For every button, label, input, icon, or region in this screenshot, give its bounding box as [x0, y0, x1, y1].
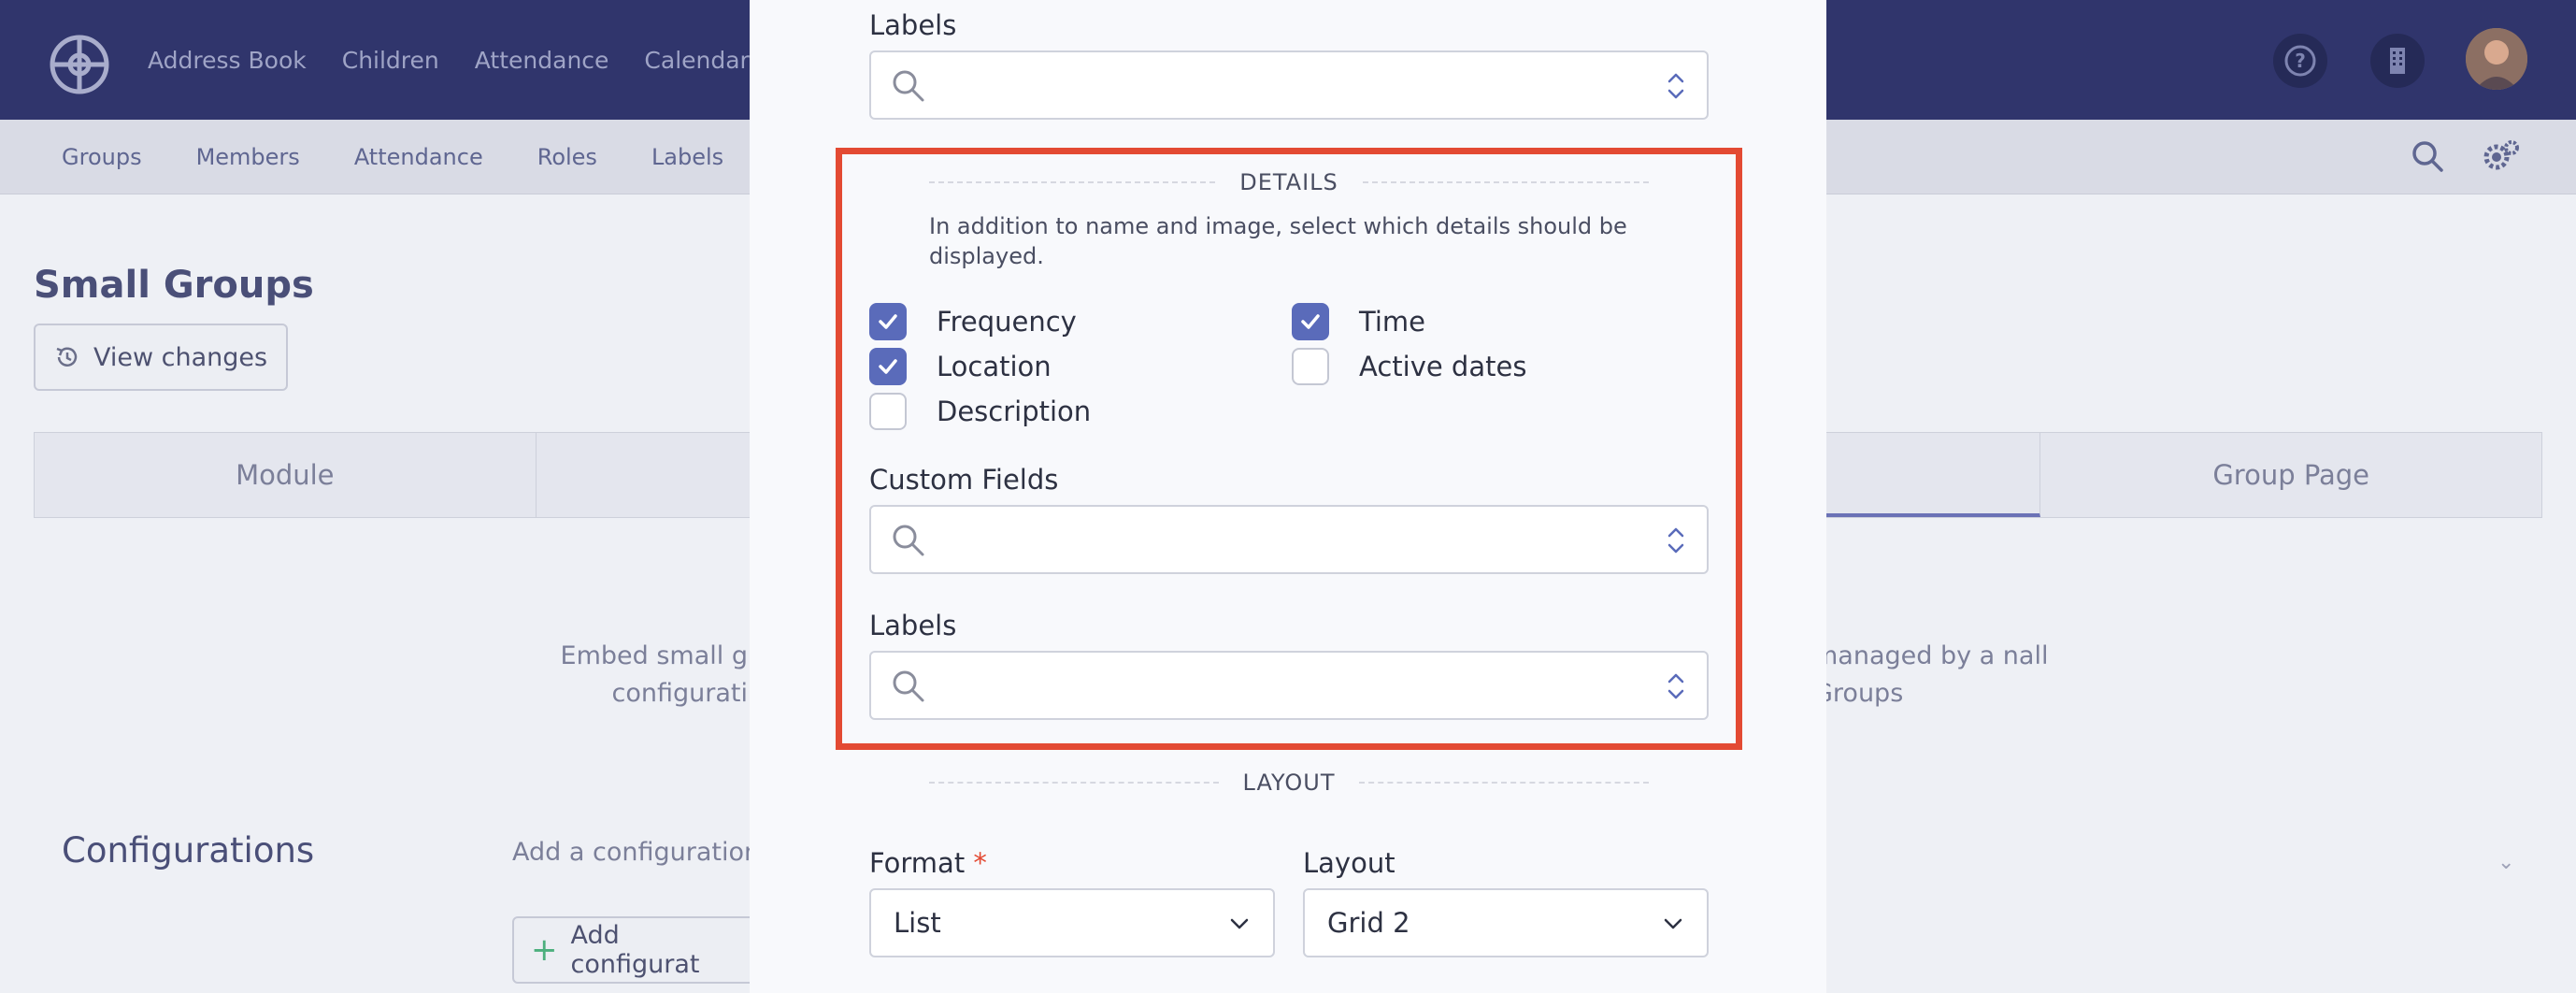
- checkmark-icon: [1301, 314, 1320, 329]
- frequency-label: Frequency: [937, 306, 1077, 338]
- location-checkbox-row[interactable]: Location: [869, 348, 1052, 385]
- layout-dropdown[interactable]: Grid 2: [1303, 888, 1709, 957]
- history-icon: [56, 347, 78, 367]
- search-icon: [893, 525, 924, 556]
- subnav-groups[interactable]: Groups: [62, 144, 142, 170]
- chevron-down-icon: [1230, 918, 1249, 929]
- details-heading-text: DETAILS: [1239, 169, 1338, 195]
- format-label: Format *: [869, 847, 987, 879]
- sub-nav: Groups Members Attendance Roles Labels: [62, 120, 723, 194]
- add-configuration-label: Add configurat: [570, 921, 700, 979]
- custom-fields-label: Custom Fields: [869, 464, 1059, 496]
- sort-updown-icon: [1667, 73, 1684, 99]
- search-icon[interactable]: [2410, 138, 2445, 174]
- organization-button[interactable]: [2370, 34, 2425, 88]
- tab-group-page[interactable]: Group Page: [2040, 433, 2541, 517]
- layout-label: Layout: [1303, 847, 1395, 879]
- layout-heading-text: LAYOUT: [1242, 770, 1336, 796]
- sort-updown-icon: [1667, 673, 1684, 699]
- labels-label: Labels: [869, 610, 957, 641]
- topnav-address-book[interactable]: Address Book: [148, 47, 307, 74]
- view-changes-button[interactable]: View changes: [34, 324, 288, 391]
- checkmark-icon: [879, 359, 897, 374]
- time-checkbox-row[interactable]: Time: [1292, 303, 1425, 340]
- description-label: Description: [937, 396, 1092, 427]
- active-dates-checkbox[interactable]: [1292, 348, 1329, 385]
- subnav-roles[interactable]: Roles: [537, 144, 597, 170]
- details-section-heading: DETAILS: [929, 168, 1650, 196]
- configuration-modal: Labels DETAILS In addition to name and i…: [750, 0, 1826, 993]
- required-asterisk: *: [973, 847, 987, 879]
- search-icon: [893, 670, 924, 702]
- frequency-checkbox[interactable]: [869, 303, 907, 340]
- tab-module[interactable]: Module: [35, 433, 537, 517]
- svg-text:?: ?: [2295, 50, 2306, 72]
- app-logo-icon[interactable]: [49, 34, 110, 95]
- format-label-text: Format: [869, 847, 966, 879]
- subnav-members[interactable]: Members: [196, 144, 300, 170]
- subnav-labels[interactable]: Labels: [651, 144, 723, 170]
- format-dropdown[interactable]: List: [869, 888, 1275, 957]
- time-checkbox[interactable]: [1292, 303, 1329, 340]
- format-value: List: [894, 907, 941, 939]
- checkmark-icon: [879, 314, 897, 329]
- sort-updown-icon: [1667, 527, 1684, 554]
- custom-fields-select[interactable]: [869, 505, 1709, 574]
- active-dates-checkbox-row[interactable]: Active dates: [1292, 348, 1526, 385]
- help-button[interactable]: ?: [2273, 34, 2327, 88]
- topnav-attendance[interactable]: Attendance: [475, 47, 609, 74]
- user-avatar[interactable]: [2466, 28, 2527, 90]
- frequency-checkbox-row[interactable]: Frequency: [869, 303, 1077, 340]
- view-changes-label: View changes: [93, 342, 268, 372]
- search-icon: [893, 70, 924, 102]
- details-description: In addition to name and image, select wh…: [929, 213, 1627, 269]
- time-label: Time: [1359, 306, 1425, 338]
- user-photo-icon: [2466, 28, 2527, 90]
- layout-value: Grid 2: [1327, 907, 1410, 939]
- location-checkbox[interactable]: [869, 348, 907, 385]
- chevron-down-icon: [1664, 918, 1682, 929]
- page-title: Small Groups: [34, 264, 314, 307]
- building-icon: [2390, 48, 2405, 74]
- labels-top-select[interactable]: [869, 50, 1709, 120]
- embed-description-left: Embed small g configurati: [560, 641, 748, 708]
- description-checkbox-row[interactable]: Description: [869, 393, 1091, 430]
- labels-top-label: Labels: [869, 9, 957, 41]
- embed-description-right: managed by a nall Groups: [1813, 641, 2049, 708]
- active-dates-label: Active dates: [1359, 351, 1527, 382]
- help-icon: ?: [2284, 45, 2316, 77]
- location-label: Location: [937, 351, 1052, 382]
- description-checkbox[interactable]: [869, 393, 907, 430]
- add-configuration-button[interactable]: + Add configurat: [512, 916, 755, 984]
- chevron-down-icon[interactable]: ⌄: [2497, 851, 2514, 874]
- layout-section-heading: LAYOUT: [929, 769, 1650, 797]
- subnav-attendance[interactable]: Attendance: [354, 144, 483, 170]
- configurations-heading: Configurations: [62, 830, 315, 871]
- topnav-calendar[interactable]: Calendar: [644, 47, 749, 74]
- settings-gears-icon[interactable]: [2481, 137, 2522, 176]
- plus-icon: +: [531, 931, 558, 969]
- labels-select[interactable]: [869, 651, 1709, 720]
- top-nav: Address Book Children Attendance Calenda…: [148, 0, 750, 120]
- add-configuration-text: Add a configuration: [512, 838, 761, 867]
- topnav-children[interactable]: Children: [342, 47, 439, 74]
